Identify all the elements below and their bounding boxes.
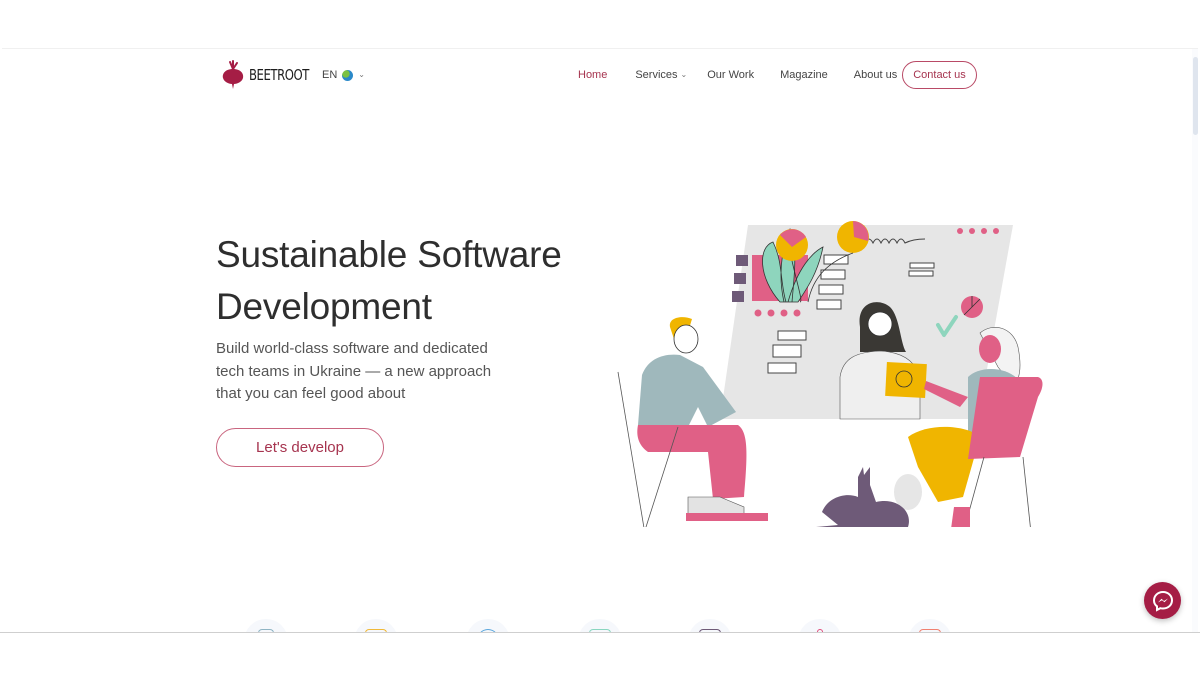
browser-bottom-area [0,632,1200,678]
hero-subtitle-line-1: Build world-class software and dedicated [216,340,488,357]
nav-home-label: Home [578,69,608,81]
left-man-face [673,324,699,354]
brand-logo[interactable]: BEETROOT [220,60,326,90]
chevron-down-icon: ⌄ [680,69,688,79]
page-scrollbar-thumb[interactable] [1193,57,1198,135]
left-man-pants [637,425,747,499]
brand-name: BEETROOT [249,66,309,84]
nav-services-label: Services [635,69,678,81]
hero-title-line-1: Sustainable Software [216,234,562,275]
service-icon-mobile[interactable] [244,619,288,632]
service-icons-row [2,619,1198,632]
service-icon-terminal[interactable] [688,619,732,632]
middle-woman-face [867,311,893,337]
service-icon-globe[interactable] [466,619,510,632]
nav-about-us[interactable]: About us ⌄ [854,69,907,81]
hero-title-line-2: Development [216,286,432,327]
board-square [732,291,744,302]
nav-services[interactable]: Services ⌄ [635,69,687,81]
language-code: EN [322,69,338,81]
service-icon-window[interactable] [578,619,622,632]
hero-title: Sustainable Software Development [216,229,596,333]
right-woman-face [979,335,1001,363]
contact-us-button[interactable]: Contact us [902,61,977,89]
right-woman-shoe [951,507,970,527]
beetroot-icon [222,60,244,89]
hero-subtitle: Build world-class software and dedicated… [216,338,516,406]
hero-subtitle-line-2: tech teams in Ukraine — a new approach [216,362,492,380]
service-icon-rocket[interactable] [798,619,842,632]
globe-icon [342,69,354,81]
nav-magazine[interactable]: Magazine [780,69,828,81]
page-scrollbar-track[interactable] [1192,49,1198,632]
chevron-down-icon: ⌄ [358,69,365,79]
left-man-shoes [687,496,745,516]
hero-subtitle-line-3: that you can feel good about [216,385,406,402]
service-icon-layout[interactable] [908,619,952,632]
board-square [734,273,746,284]
language-selector[interactable]: EN ⌄ [322,69,365,81]
service-icon-browser[interactable] [354,619,398,632]
lets-develop-button[interactable]: Let's develop [216,428,384,467]
nav-home[interactable]: Home [578,69,607,81]
messenger-icon [1152,590,1173,612]
board-square [736,255,748,266]
nav-magazine-label: Magazine [780,69,828,81]
team-collaboration-illustration [617,221,1043,527]
sun-card [885,361,927,399]
nav-our-work-label: Our Work [707,69,755,81]
page-viewport: BEETROOT EN ⌄ Home Services ⌄ Our Work M… [2,48,1198,632]
left-man-shirt [638,354,736,427]
nav-about-us-label: About us [853,69,898,81]
main-nav: Home Services ⌄ Our Work Magazine About … [578,69,907,81]
right-woman-chair [968,377,1043,459]
site-header: BEETROOT EN ⌄ Home Services ⌄ Our Work M… [2,49,1198,103]
nav-our-work[interactable]: Our Work [707,69,754,81]
browser-top-area [0,0,1200,48]
messenger-chat-button[interactable] [1144,582,1181,619]
